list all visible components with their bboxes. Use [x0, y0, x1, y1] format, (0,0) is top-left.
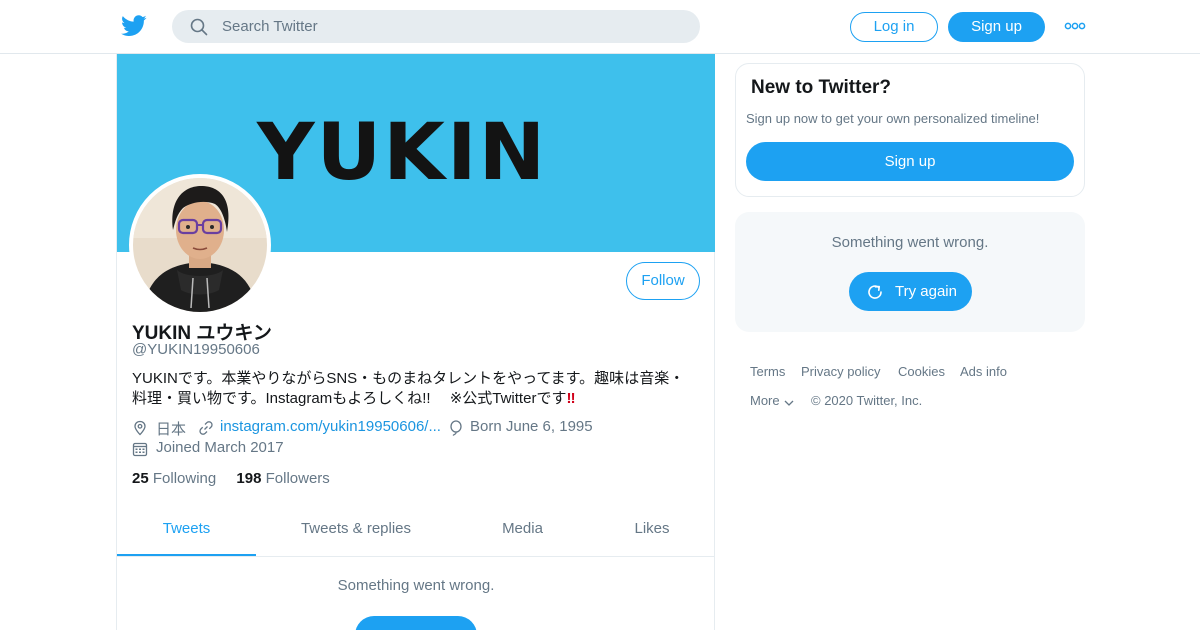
sidebar-error-text: Something went wrong.: [831, 234, 989, 251]
footer-privacy-link[interactable]: Privacy policy: [801, 364, 880, 379]
profile-handle[interactable]: @YUKIN19950606: [132, 341, 260, 358]
double-exclamation-emoji: ‼: [566, 390, 576, 407]
chevron-down-icon: [784, 400, 794, 406]
joined-text: Joined March 2017: [156, 439, 284, 456]
follow-button[interactable]: Follow: [626, 262, 700, 300]
banner-logo-text: YUKIN: [257, 108, 548, 198]
profile-tabs: Tweets Tweets & replies Media Likes: [117, 504, 715, 557]
more-options-icon[interactable]: [1064, 20, 1086, 32]
refresh-icon: [868, 285, 882, 299]
balloon-icon: [450, 420, 462, 436]
link-icon: [199, 421, 213, 435]
footer-copyright: © 2020 Twitter, Inc.: [811, 393, 923, 408]
signup-card-subtitle: Sign up now to get your own personalized…: [746, 111, 1040, 126]
footer-cookies-link[interactable]: Cookies: [898, 364, 945, 379]
try-again-button[interactable]: Try again: [849, 272, 972, 311]
following-label: Following: [152, 470, 217, 487]
location-pin-icon: [134, 420, 146, 436]
footer-ads-link[interactable]: Ads info: [960, 364, 1007, 379]
profile-bio: YUKINです。本業やりながらSNS・ものまねタレントをやってます。趣味は音楽・…: [132, 369, 697, 409]
birthday-text: Born June 6, 1995: [470, 418, 593, 435]
signup-card: New to Twitter? Sign up now to get your …: [735, 63, 1085, 197]
tab-tweets-replies[interactable]: Tweets & replies: [256, 504, 456, 556]
footer-more-label: More: [750, 393, 780, 408]
bio-line-1: YUKINです。本業やりながらSNS・ものまねタレントをやってます。趣味は音楽・: [132, 370, 685, 387]
search-icon: [190, 18, 208, 36]
tab-tweets[interactable]: Tweets: [117, 504, 256, 556]
footer-terms-link[interactable]: Terms: [750, 364, 785, 379]
bio-line-2-text: 料理・買い物です。Instagramもよろしくね!! ※公式Twitterです: [132, 390, 567, 407]
followers-count: 198: [236, 470, 262, 487]
tab-media[interactable]: Media: [456, 504, 589, 556]
sidebar-error-card: Something went wrong. Try again: [735, 212, 1085, 332]
followers-label: Followers: [265, 470, 330, 487]
search-input[interactable]: [222, 10, 682, 43]
top-bar: Log in Sign up: [0, 0, 1200, 54]
footer-more-link[interactable]: More: [750, 393, 795, 408]
avatar[interactable]: [129, 174, 271, 316]
timeline-try-again-button[interactable]: [355, 616, 477, 630]
location-text: 日本: [156, 421, 187, 438]
signup-button[interactable]: Sign up: [948, 12, 1045, 42]
website-link[interactable]: instagram.com/yukin19950606/...: [220, 418, 441, 435]
login-button[interactable]: Log in: [850, 12, 938, 42]
profile-column: YUKIN Follow YUKIN ユウキン @YUKIN19950606 Y…: [116, 54, 715, 630]
timeline-error-text: Something went wrong.: [337, 577, 495, 594]
tab-likes[interactable]: Likes: [589, 504, 715, 556]
followers-link[interactable]: 198 Followers: [236, 470, 329, 487]
signup-card-title: New to Twitter?: [751, 77, 892, 98]
try-again-label: Try again: [895, 283, 957, 300]
avatar-photo: [133, 178, 267, 312]
bio-line-2: 料理・買い物です。Instagramもよろしくね!! ※公式Twitterです‼: [132, 389, 697, 409]
twitter-bird-icon[interactable]: [121, 14, 147, 38]
signup-card-button[interactable]: Sign up: [746, 142, 1074, 181]
follow-counts: 25 Following 198 Followers: [132, 470, 330, 487]
following-link[interactable]: 25 Following: [132, 470, 216, 487]
calendar-icon: [132, 442, 148, 457]
following-count: 25: [132, 470, 149, 487]
